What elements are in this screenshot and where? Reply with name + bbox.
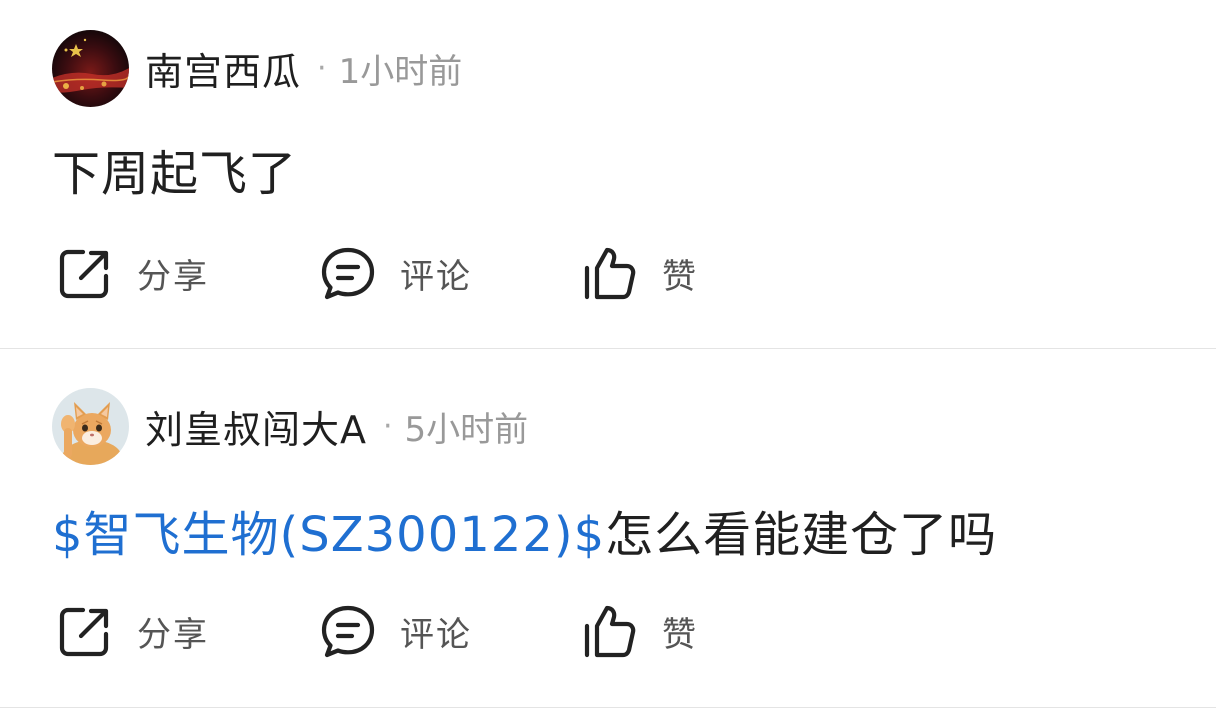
like-label: 赞: [662, 256, 698, 297]
comment-icon: [318, 243, 378, 303]
meta-separator: ·: [317, 50, 327, 86]
share-button[interactable]: 分享: [55, 238, 209, 308]
share-label: 分享: [137, 256, 209, 297]
like-button[interactable]: 赞: [580, 238, 698, 308]
avatar[interactable]: [52, 30, 129, 107]
username[interactable]: 南宫西瓜: [145, 41, 301, 96]
thumbs-up-icon: [580, 243, 640, 303]
comment-post: 刘皇叔闯大A · 5小时前 $智飞生物(SZ300122)$怎么看能建仓了吗 分…: [0, 349, 1216, 707]
timestamp: 1小时前: [338, 51, 463, 92]
avatar[interactable]: [52, 388, 129, 465]
divider: [0, 707, 1216, 708]
comment-label: 评论: [400, 614, 472, 655]
post-meta: 南宫西瓜 · 1小时前: [145, 38, 462, 98]
comment-label: 评论: [400, 256, 472, 297]
post-content: $智飞生物(SZ300122)$怎么看能建仓了吗: [52, 495, 997, 565]
stock-link[interactable]: $智飞生物(SZ300122)$: [52, 507, 605, 563]
action-bar: 分享 评论 赞: [0, 596, 1216, 666]
share-icon: [55, 601, 115, 661]
timestamp: 5小时前: [404, 409, 529, 450]
avatar-cat-image: [52, 388, 129, 465]
action-bar: 分享 评论 赞: [0, 238, 1216, 308]
like-label: 赞: [662, 614, 698, 655]
post-content: 下周起飞了: [52, 134, 297, 204]
meta-separator: ·: [383, 408, 393, 444]
share-button[interactable]: 分享: [55, 596, 209, 666]
comment-post: 南宫西瓜 · 1小时前 下周起飞了 分享 评论 赞: [0, 0, 1216, 348]
comment-icon: [318, 601, 378, 661]
post-text: 下周起飞了: [52, 146, 298, 202]
like-button[interactable]: 赞: [580, 596, 698, 666]
comment-button[interactable]: 评论: [318, 596, 472, 666]
avatar-night-scene-image: [52, 30, 129, 107]
thumbs-up-icon: [580, 601, 640, 661]
share-icon: [55, 243, 115, 303]
comment-button[interactable]: 评论: [318, 238, 472, 308]
share-label: 分享: [137, 614, 209, 655]
username[interactable]: 刘皇叔闯大A: [145, 399, 367, 454]
post-text: 怎么看能建仓了吗: [605, 507, 998, 563]
post-meta: 刘皇叔闯大A · 5小时前: [145, 396, 528, 456]
